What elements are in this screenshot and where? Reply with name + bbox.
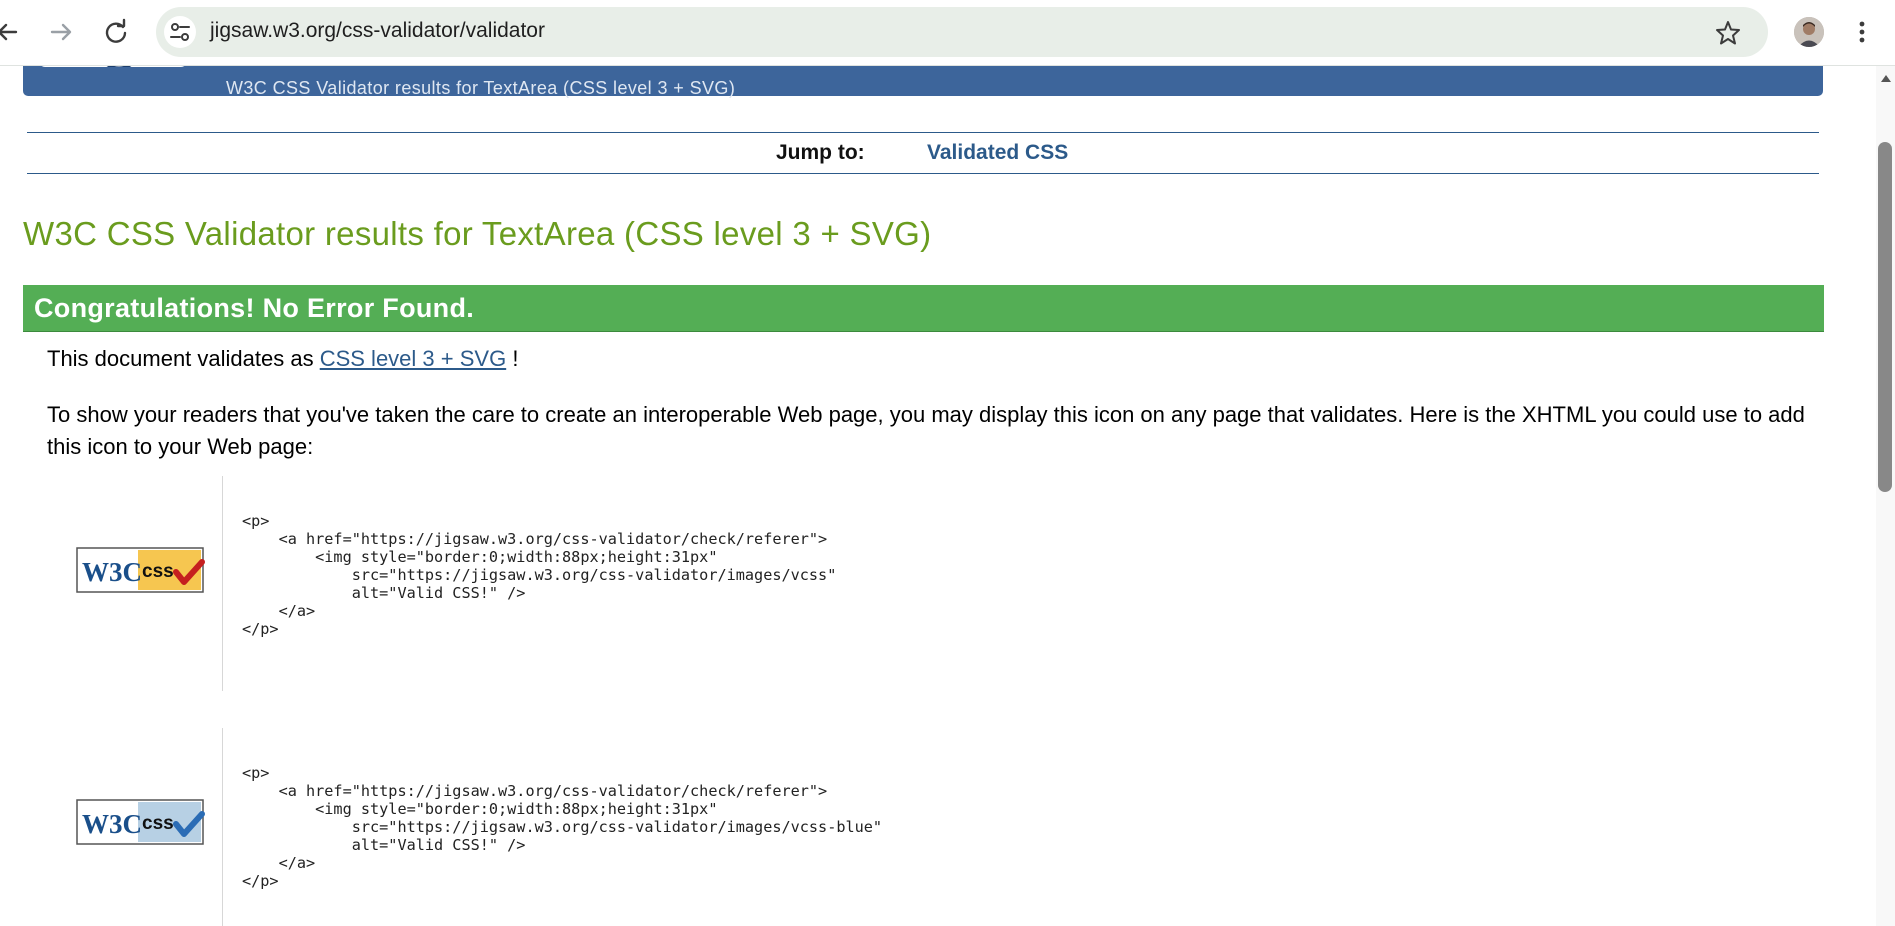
- w3c-logo-icon: [106, 66, 132, 70]
- valid-css-blue-badge: W3C css: [76, 798, 206, 846]
- page-content: W3C CSS Validator results for TextArea (…: [0, 66, 1876, 926]
- snippet-divider: [222, 728, 223, 926]
- svg-text:W3C: W3C: [82, 557, 142, 587]
- browser-toolbar: jigsaw.w3.org/css-validator/validator: [0, 0, 1895, 66]
- jump-to-label: Jump to:: [776, 141, 865, 164]
- validates-suffix: !: [512, 346, 519, 371]
- validated-css-link[interactable]: Validated CSS: [927, 141, 1068, 165]
- css-profile-link[interactable]: CSS level 3 + SVG: [320, 346, 506, 371]
- forward-button[interactable]: [44, 16, 76, 48]
- validates-statement: This document validates as CSS level 3 +…: [47, 346, 518, 372]
- avatar-icon: [1794, 17, 1824, 47]
- more-menu-icon: [1859, 21, 1865, 43]
- forward-arrow-icon: [50, 23, 72, 41]
- bookmark-button[interactable]: [1714, 19, 1742, 47]
- code-block[interactable]: <p> <a href="https://jigsaw.w3.org/css-v…: [242, 764, 882, 890]
- profile-avatar[interactable]: [1794, 17, 1824, 47]
- more-menu-button[interactable]: [1850, 16, 1874, 48]
- site-info-icon: [170, 23, 190, 41]
- svg-text:W3C: W3C: [82, 809, 142, 839]
- code-snippet-vcss: W3C css <p> <a href="https://jigsaw.w3.o…: [66, 476, 1806, 691]
- valid-css-badge: W3C css: [76, 546, 206, 594]
- validates-prefix: This document validates as: [47, 346, 314, 371]
- code-block[interactable]: <p> <a href="https://jigsaw.w3.org/css-v…: [242, 512, 836, 638]
- success-banner: Congratulations! No Error Found.: [23, 285, 1824, 332]
- banner-subtitle: W3C CSS Validator results for TextArea (…: [226, 78, 736, 98]
- success-message: Congratulations! No Error Found.: [34, 293, 475, 323]
- w3c-logo[interactable]: [39, 66, 187, 70]
- svg-text:css: css: [142, 561, 174, 582]
- svg-text:css: css: [142, 813, 174, 834]
- w3c-banner: W3C CSS Validator results for TextArea (…: [23, 66, 1823, 98]
- back-button[interactable]: [0, 16, 26, 48]
- w3c-css-blue-badge-icon: W3C css: [76, 799, 205, 845]
- jump-to-bar: Jump to: Validated CSS: [27, 132, 1819, 174]
- reload-button[interactable]: [100, 16, 132, 48]
- scroll-up-arrow[interactable]: [1880, 70, 1892, 82]
- scroll-up-icon: [1881, 75, 1891, 82]
- results-title: W3C CSS Validator results for TextArea (…: [23, 215, 932, 252]
- scroll-thumb[interactable]: [1878, 142, 1892, 492]
- code-snippet-vcss-blue: W3C css <p> <a href="https://jigsaw.w3.o…: [66, 728, 1806, 926]
- vertical-scrollbar[interactable]: [1876, 66, 1895, 926]
- site-info-button[interactable]: [164, 16, 196, 48]
- reload-icon: [105, 18, 127, 43]
- url-text[interactable]: jigsaw.w3.org/css-validator/validator: [210, 19, 545, 43]
- w3c-css-badge-icon: W3C css: [76, 547, 205, 593]
- snippet-divider: [222, 476, 223, 691]
- bookmark-star-icon: [1716, 21, 1740, 45]
- icon-info-paragraph: To show your readers that you've taken t…: [47, 402, 1805, 459]
- address-bar[interactable]: jigsaw.w3.org/css-validator/validator: [156, 7, 1768, 57]
- back-arrow-icon: [0, 23, 18, 41]
